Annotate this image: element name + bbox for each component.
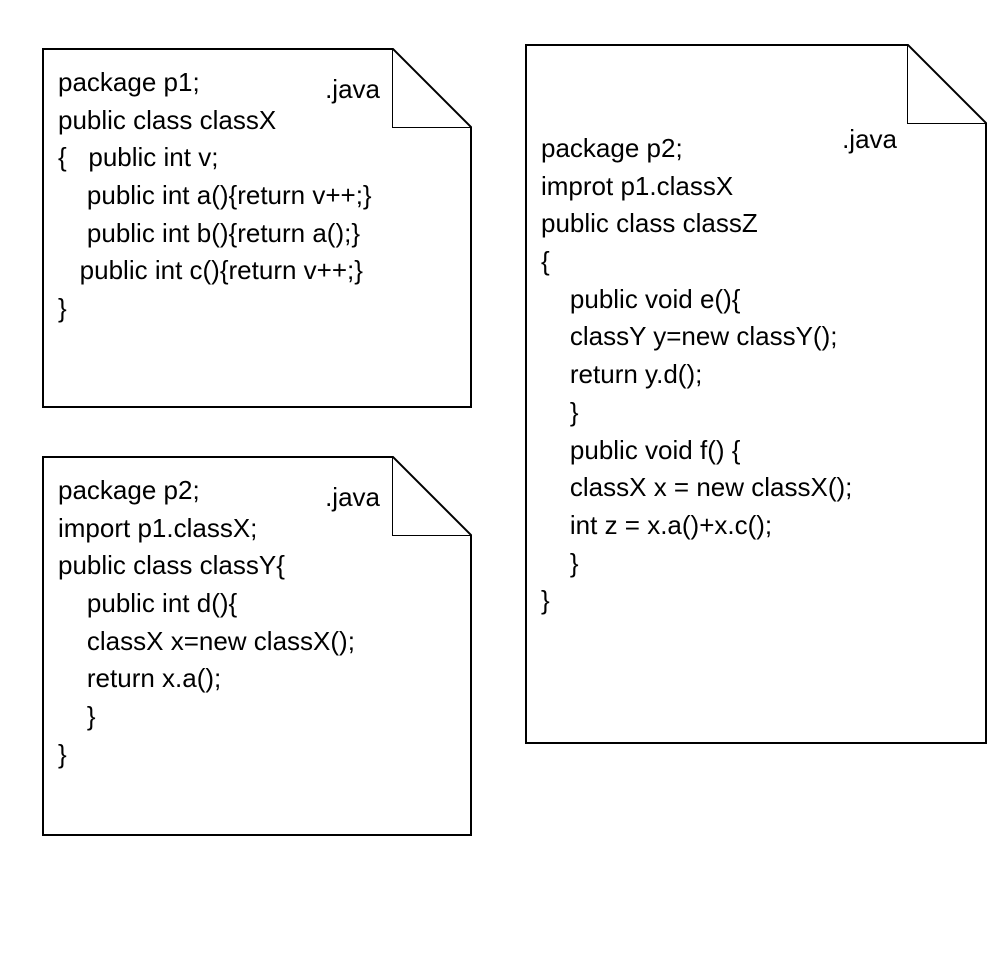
file-classY: .java package p2; import p1.classX; publ… <box>42 456 472 836</box>
diagram-canvas: .java package p1; public class classX { … <box>20 20 1000 935</box>
file-classX: .java package p1; public class classX { … <box>42 48 472 408</box>
code-block: package p2; improt p1.classX public clas… <box>541 130 971 620</box>
file-classZ: .java package p2; improt p1.classX publi… <box>525 44 987 744</box>
